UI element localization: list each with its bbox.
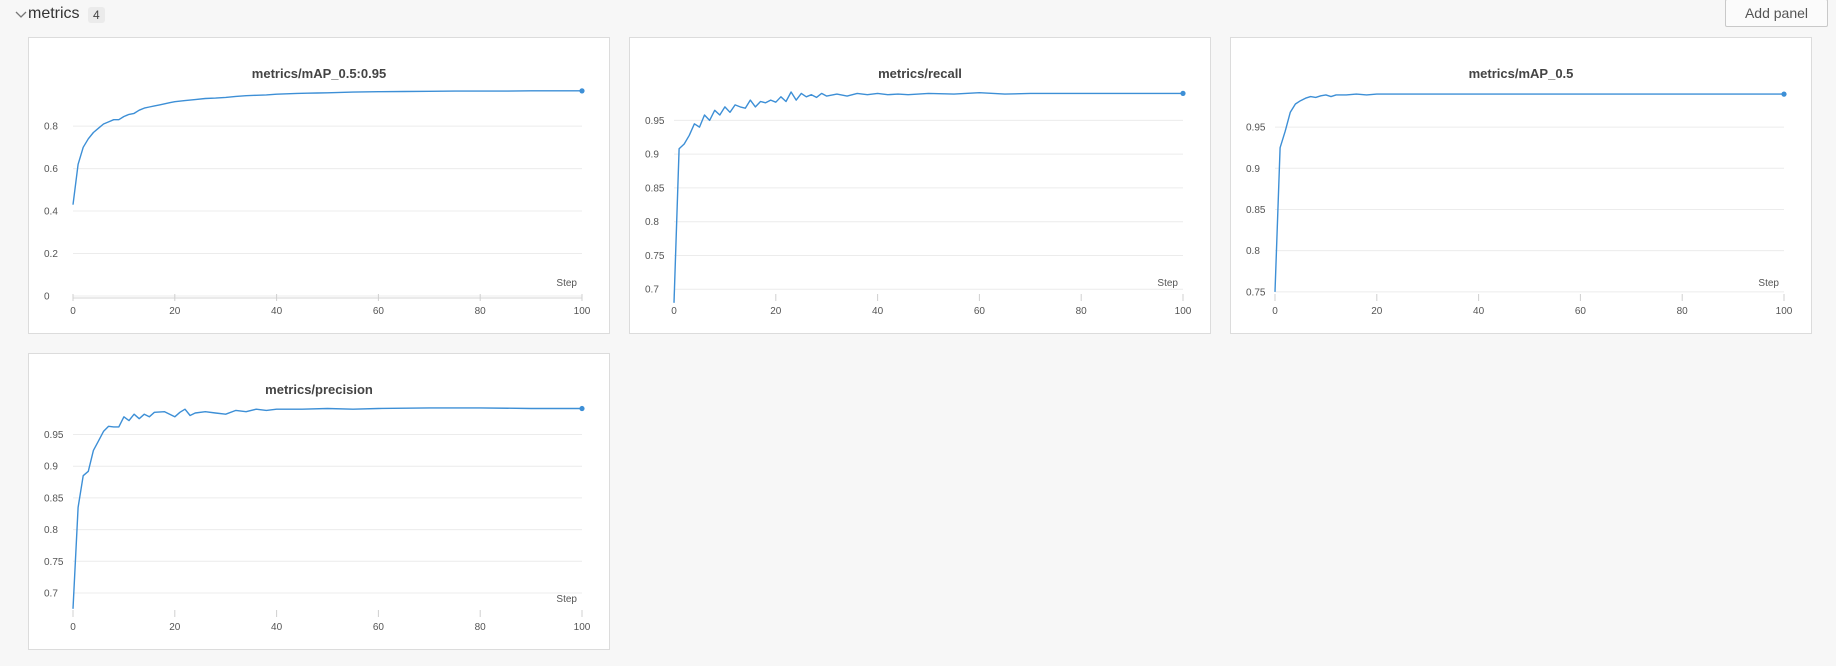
y-tick-label: 0.85 <box>645 183 665 194</box>
y-tick-label: 0.85 <box>1246 205 1266 216</box>
section-header: metrics 4 Add panel <box>8 0 1828 30</box>
x-tick-label: 80 <box>475 622 487 633</box>
x-tick-label: 80 <box>475 306 487 317</box>
x-axis-label: Step <box>1758 278 1779 289</box>
y-tick-label: 0.4 <box>44 207 58 218</box>
x-axis-label: Step <box>1157 278 1178 289</box>
line-chart: 0.75 0.8 0.85 0.9 0.95 0 20 40 60 80 100 Step <box>1246 91 1793 317</box>
line-chart: 0 0.2 0.4 0.6 0.8 0 20 40 60 80 100 Step <box>44 88 591 317</box>
x-tick-label: 60 <box>974 306 986 317</box>
y-tick-label: 0.75 <box>645 251 665 262</box>
x-tick-label: 100 <box>574 306 591 317</box>
chart-panel-recall[interactable]: metrics/recall 0.7 0.75 0.8 0.85 0.9 0.95 0 20 4… <box>629 37 1211 334</box>
resize-handle[interactable] <box>601 641 609 649</box>
y-tick-label: 0.75 <box>1246 287 1266 298</box>
x-tick-label: 100 <box>1776 306 1793 317</box>
y-tick-label: 0.8 <box>1246 246 1260 257</box>
chart-panel-map-0-5-0-95[interactable]: metrics/mAP_0.5:0.95 0 0.2 0.4 0.6 0.8 0 20 40 6… <box>28 37 610 334</box>
last-point-marker <box>1781 91 1787 97</box>
x-axis-label: Step <box>556 278 577 289</box>
x-tick-label: 20 <box>1371 306 1383 317</box>
y-tick-label: 0.85 <box>44 493 64 504</box>
x-tick-label: 0 <box>70 622 76 633</box>
series-line <box>1274 93 1784 292</box>
y-tick-label: 0 <box>44 292 50 303</box>
x-tick-label: 0 <box>1272 306 1278 317</box>
y-tick-label: 0.8 <box>44 525 58 536</box>
chevron-down-icon[interactable] <box>14 8 28 22</box>
panel-count-badge: 4 <box>88 7 105 23</box>
x-tick-label: 60 <box>1575 306 1587 317</box>
x-tick-label: 0 <box>70 306 76 317</box>
x-axis-label: Step <box>556 594 577 605</box>
line-chart: 0.7 0.75 0.8 0.85 0.9 0.95 0 20 40 60 80 100 Step <box>44 405 591 633</box>
y-tick-label: 0.8 <box>645 217 659 228</box>
chart-panel-map-0-5[interactable]: metrics/mAP_0.5 0.75 0.8 0.85 0.9 0.95 0 20 40 6… <box>1230 37 1812 334</box>
section-title[interactable]: metrics <box>28 5 80 23</box>
y-tick-label: 0.95 <box>1246 123 1266 134</box>
line-chart: 0.7 0.75 0.8 0.85 0.9 0.95 0 20 40 60 80 100 Step <box>645 90 1192 317</box>
x-tick-label: 0 <box>671 306 677 317</box>
y-tick-label: 0.2 <box>44 249 58 260</box>
x-tick-label: 20 <box>770 306 782 317</box>
chart-panel-precision[interactable]: metrics/precision 0.7 0.75 0.8 0.85 0.9 0.95 0… <box>28 353 610 650</box>
last-point-marker <box>579 88 585 94</box>
y-tick-label: 0.9 <box>44 462 58 473</box>
y-tick-label: 0.9 <box>645 150 659 161</box>
y-tick-label: 0.6 <box>44 164 58 175</box>
y-tick-label: 0.7 <box>44 588 58 599</box>
x-tick-label: 40 <box>1473 306 1485 317</box>
resize-handle[interactable] <box>1803 325 1811 333</box>
resize-handle[interactable] <box>601 325 609 333</box>
x-tick-label: 20 <box>169 622 181 633</box>
x-tick-label: 100 <box>574 622 591 633</box>
series-line <box>72 407 582 609</box>
x-tick-label: 60 <box>373 622 385 633</box>
x-tick-label: 40 <box>271 622 283 633</box>
series-line <box>72 90 582 205</box>
y-tick-label: 0.9 <box>1246 164 1260 175</box>
last-point-marker <box>1180 90 1186 96</box>
add-panel-button[interactable]: Add panel <box>1725 0 1828 27</box>
x-tick-label: 80 <box>1677 306 1689 317</box>
y-tick-label: 0.75 <box>44 557 64 568</box>
x-tick-label: 80 <box>1076 306 1088 317</box>
x-tick-label: 40 <box>872 306 884 317</box>
y-tick-label: 0.95 <box>645 116 665 127</box>
x-tick-label: 40 <box>271 306 283 317</box>
y-tick-label: 0.7 <box>645 285 659 296</box>
x-tick-label: 60 <box>373 306 385 317</box>
y-tick-label: 0.8 <box>44 122 58 133</box>
series-line <box>673 91 1183 303</box>
x-tick-label: 100 <box>1175 306 1192 317</box>
y-tick-label: 0.95 <box>44 430 64 441</box>
last-point-marker <box>579 405 585 412</box>
x-tick-label: 20 <box>169 306 181 317</box>
resize-handle[interactable] <box>1202 325 1210 333</box>
